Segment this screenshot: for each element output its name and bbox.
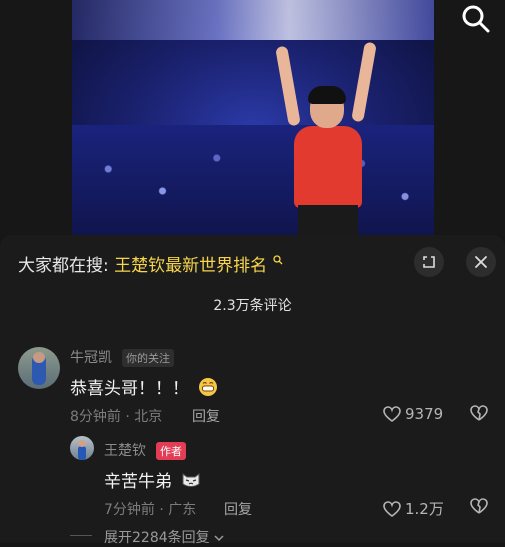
hot-search-prefix: 大家都在搜: (18, 256, 109, 276)
expand-button[interactable] (414, 247, 444, 277)
heart-icon (383, 501, 401, 517)
reply-button[interactable]: 回复 (224, 499, 252, 519)
reply-text-content: 辛苦牛弟 (104, 472, 172, 492)
cat-emoji-icon (182, 473, 200, 487)
player-figure (272, 40, 382, 235)
reply-location: 广东 (168, 502, 197, 518)
grinning-emoji-icon (199, 378, 218, 396)
player-arm-left (275, 45, 301, 127)
video-area[interactable] (0, 0, 505, 235)
video-frame[interactable] (72, 0, 434, 235)
broken-heart-icon[interactable] (470, 405, 488, 422)
close-button[interactable] (466, 247, 496, 277)
player-shirt (294, 126, 362, 208)
chevron-down-icon (214, 535, 224, 542)
like-count: 1.2万 (405, 500, 444, 518)
comment-meta: 8分钟前 · 北京 (70, 409, 163, 425)
search-icon[interactable] (461, 4, 491, 34)
reply-username[interactable]: 王楚钦 (104, 440, 146, 460)
like-count: 9379 (405, 405, 444, 423)
expand-icon (423, 256, 435, 268)
expand-replies-label: 展开2284条回复 (104, 530, 210, 546)
author-badge: 作者 (156, 442, 186, 460)
comment-text: 恭喜头哥！！！ (70, 374, 218, 399)
expand-replies-button[interactable]: 展开2284条回复 (104, 527, 224, 547)
comment-text-content: 恭喜头哥！！！ (70, 379, 189, 399)
like-button[interactable]: 1.2万 (383, 498, 444, 519)
broken-heart-icon[interactable] (470, 498, 488, 515)
avatar[interactable] (18, 347, 60, 389)
reply-time: 7分钟前 (104, 502, 155, 518)
close-icon (475, 256, 487, 268)
stage-lights (72, 0, 434, 40)
heart-icon (383, 406, 401, 422)
like-button[interactable]: 9379 (383, 405, 443, 423)
comment-location: 北京 (134, 409, 163, 425)
comment-time: 8分钟前 (70, 409, 121, 425)
player-shorts (298, 205, 358, 235)
small-search-icon (272, 255, 283, 265)
reply-meta: 7分钟前 · 广东 (104, 502, 197, 518)
follow-badge: 你的关注 (122, 349, 174, 367)
comment-count: 2.3万条评论 (213, 298, 292, 314)
comment-panel: 大家都在搜: 王楚钦最新世界排名 2.3万条评论 牛冠凯 你的关注 恭喜头哥！！… (0, 235, 505, 546)
player-arm-right (351, 41, 377, 123)
divider (70, 535, 92, 536)
hot-search-keyword[interactable]: 王楚钦最新世界排名 (114, 256, 267, 276)
reply-text: 辛苦牛弟 (104, 467, 201, 492)
avatar[interactable] (70, 436, 94, 460)
reply-button[interactable]: 回复 (192, 406, 220, 426)
player-hair (308, 86, 346, 104)
hot-search-bar[interactable]: 大家都在搜: 王楚钦最新世界排名 (18, 251, 283, 276)
comment-username[interactable]: 牛冠凯 (70, 347, 112, 367)
